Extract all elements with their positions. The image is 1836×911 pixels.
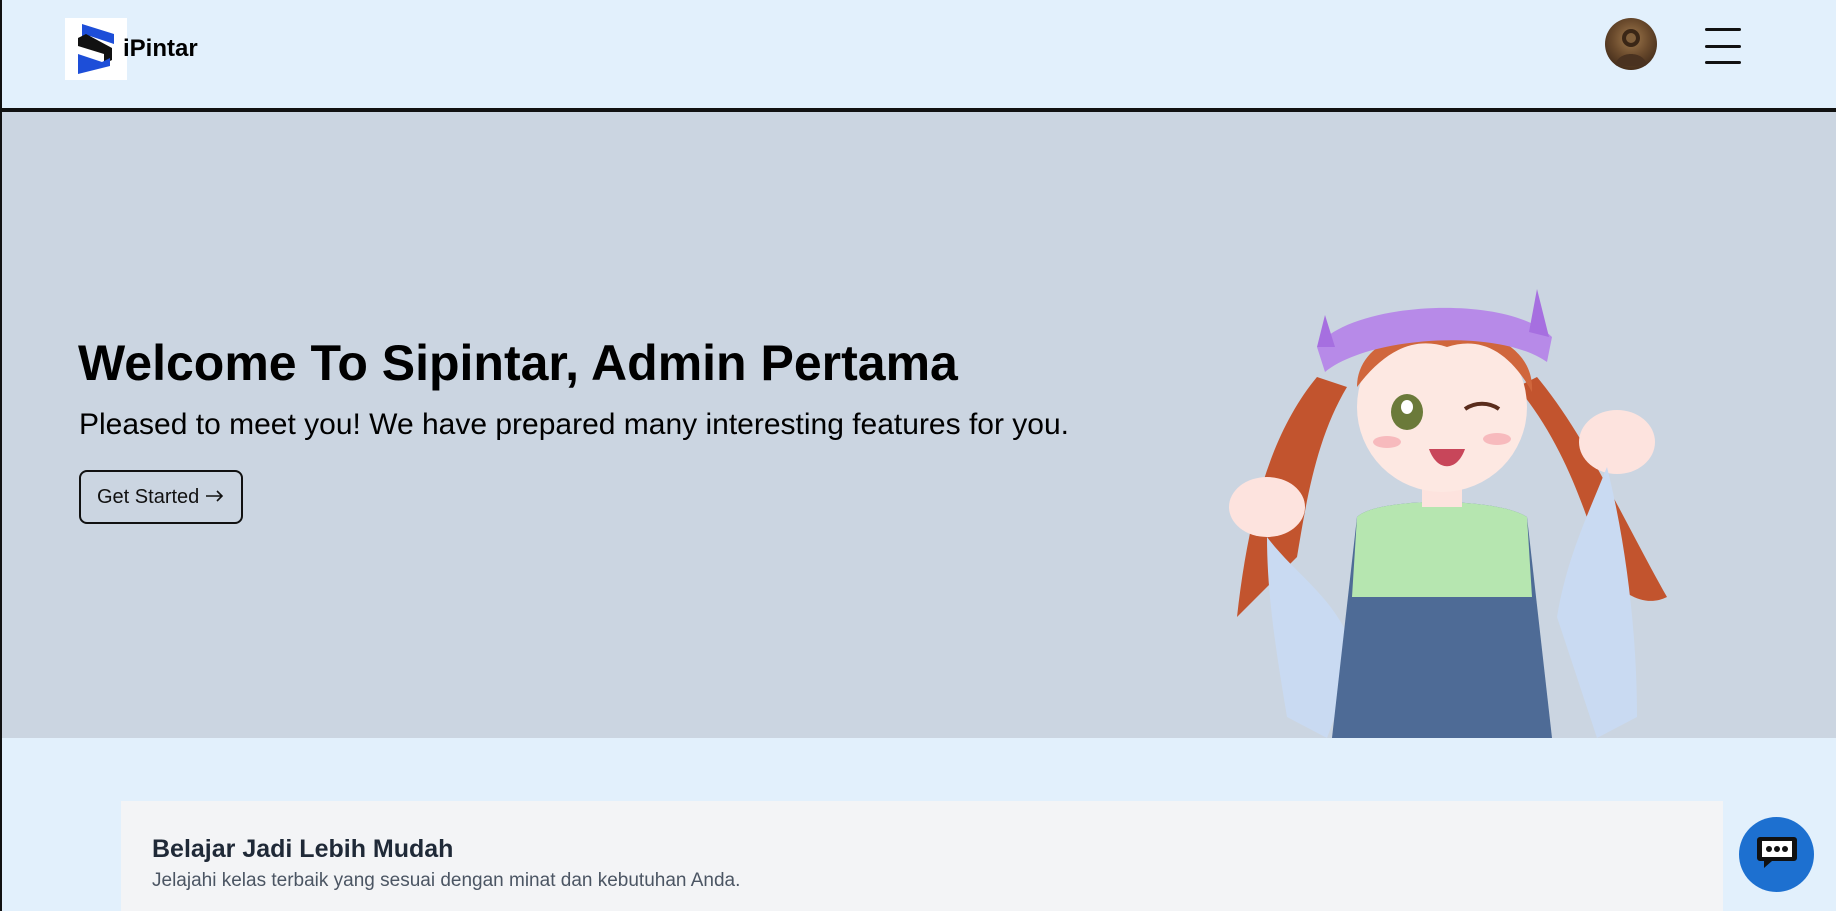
chat-button[interactable] bbox=[1739, 817, 1814, 892]
chat-bubble-icon bbox=[1756, 833, 1798, 876]
get-started-button[interactable]: Get Started bbox=[79, 470, 244, 524]
top-navbar: iPintar bbox=[2, 0, 1836, 112]
hero-subtitle: Pleased to meet you! We have prepared ma… bbox=[79, 408, 1069, 441]
hero-title: Welcome To Sipintar, Admin Pertama bbox=[78, 335, 958, 391]
section-title: Belajar Jadi Lebih Mudah bbox=[152, 835, 454, 863]
hamburger-menu-icon[interactable] bbox=[1705, 28, 1745, 64]
section-subtitle: Jelajahi kelas terbaik yang sesuai denga… bbox=[152, 870, 741, 891]
brand-logo[interactable]: iPintar bbox=[65, 18, 198, 80]
hero-section: Welcome To Sipintar, Admin Pertama Pleas… bbox=[2, 112, 1836, 738]
get-started-label: Get Started bbox=[97, 485, 200, 508]
brand-name: iPintar bbox=[123, 35, 198, 62]
page: iPintar Welcome To Sipintar, Admin Perta… bbox=[0, 0, 1836, 911]
s-logo-icon bbox=[65, 18, 127, 80]
arrow-right-icon bbox=[205, 486, 225, 509]
anime-girl-illustration bbox=[1207, 197, 1687, 738]
user-avatar[interactable] bbox=[1605, 18, 1657, 70]
